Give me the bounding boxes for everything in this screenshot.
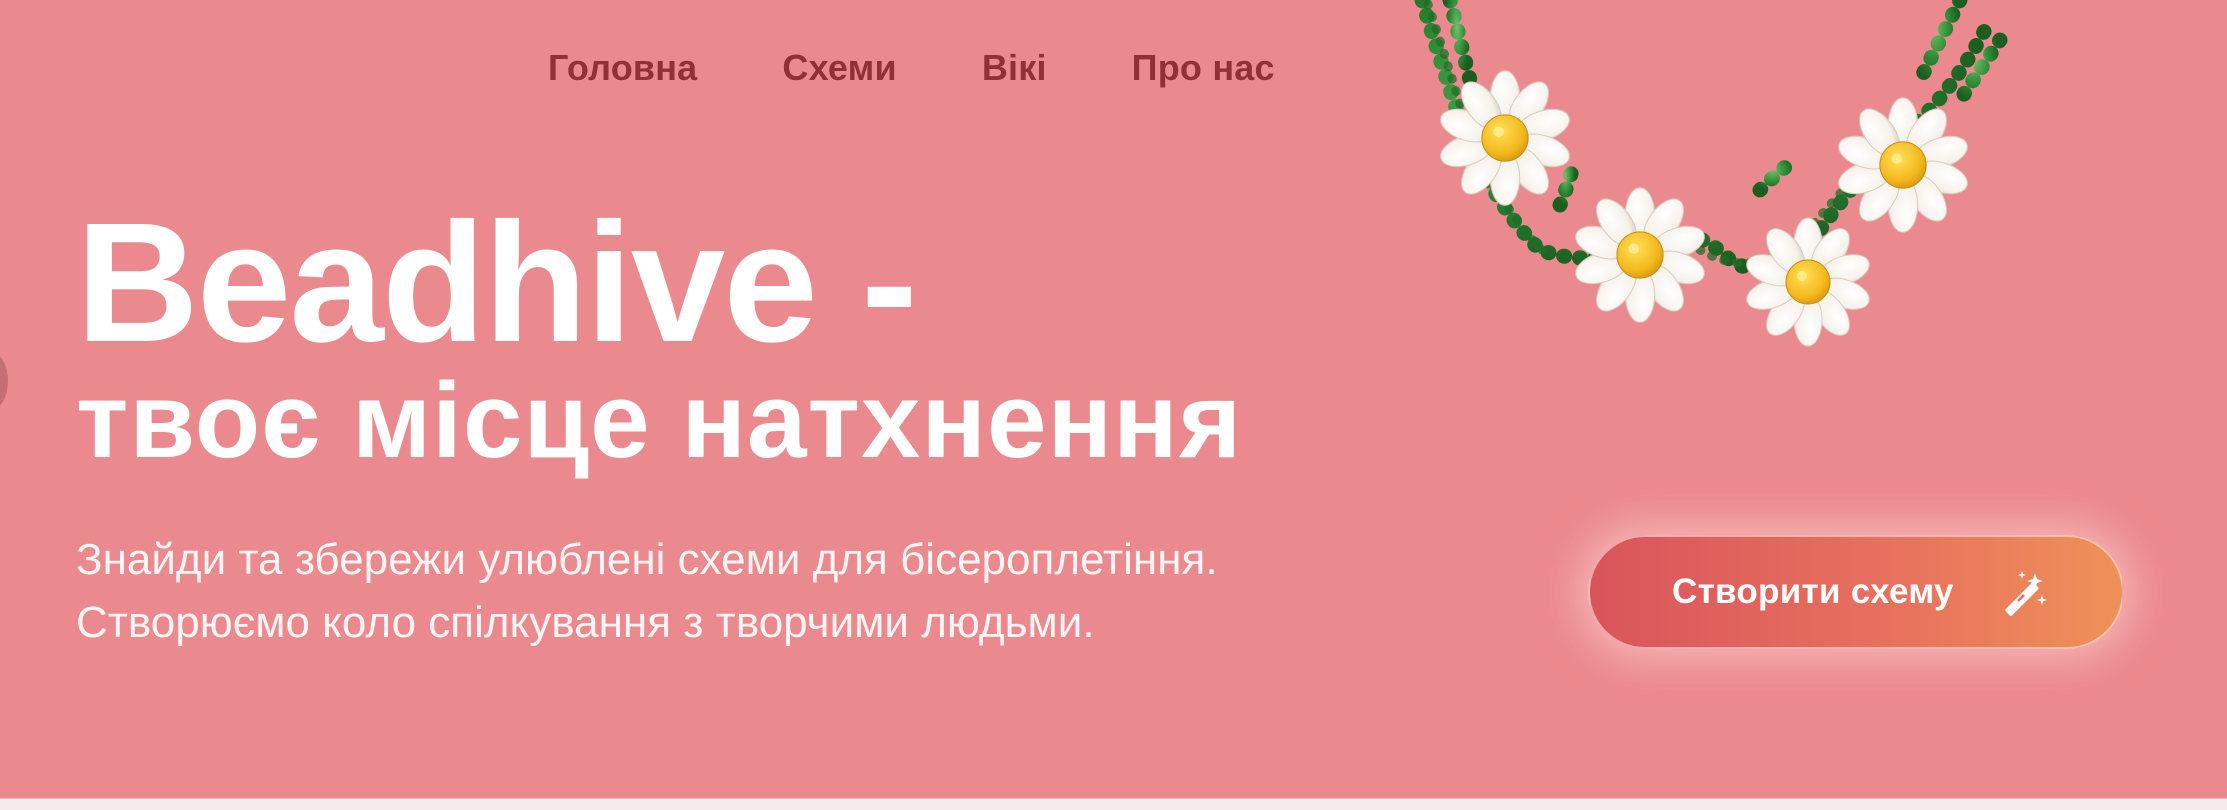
- nav-link-wiki[interactable]: Вікі: [982, 44, 1047, 92]
- hero-tagline: твоє місце натхнення: [76, 360, 1243, 480]
- magic-wand-icon: [2005, 571, 2047, 616]
- create-scheme-button-label: Створити схему: [1672, 572, 1954, 611]
- hero-description: Знайди та збережи улюблені схеми для біс…: [76, 528, 1476, 654]
- nav-link-about[interactable]: Про нас: [1132, 44, 1275, 92]
- hero-title: Beadhive -: [76, 188, 918, 378]
- section-divider: [0, 798, 2227, 810]
- hero-section: Головна Схеми Вікі Про нас Beadhive - тв…: [0, 0, 2227, 800]
- nav-link-schemes[interactable]: Схеми: [782, 44, 896, 92]
- hero-description-line-1: Знайди та збережи улюблені схеми для біс…: [76, 535, 1218, 584]
- hero-description-line-2: Створюємо коло спілкування з творчими лю…: [76, 598, 1095, 647]
- main-navigation: Головна Схеми Вікі Про нас: [548, 44, 1275, 92]
- create-scheme-button[interactable]: Створити схему: [1588, 535, 2124, 649]
- beaded-daisy-necklace-image: [1414, 0, 2008, 347]
- nav-link-home[interactable]: Головна: [548, 44, 697, 92]
